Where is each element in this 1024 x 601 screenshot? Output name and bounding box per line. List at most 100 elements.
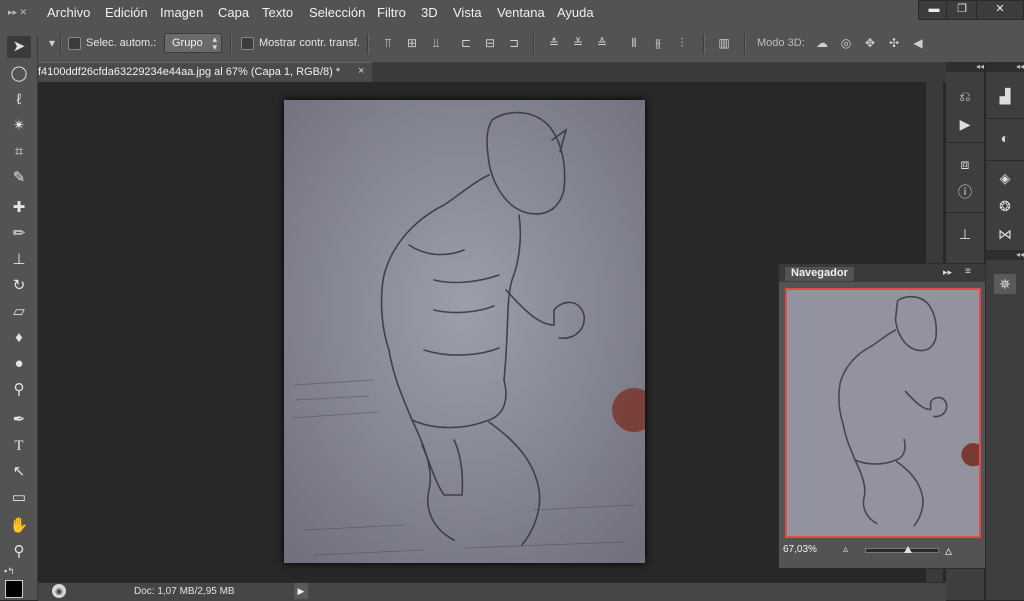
divider xyxy=(946,212,984,213)
clone-source-icon[interactable]: ⊥ xyxy=(954,224,976,244)
marquee-icon[interactable]: ◯ xyxy=(7,63,31,85)
actions-panel-icon[interactable]: ▶ xyxy=(954,114,976,134)
panel-menu-icon[interactable]: ≡ xyxy=(965,266,971,277)
align-vcenter-icon[interactable]: ⊞ xyxy=(404,35,420,51)
path-selection-icon[interactable]: ↖ xyxy=(7,461,31,483)
divider xyxy=(60,34,62,54)
default-colors-icon[interactable]: ▪↰ xyxy=(4,566,15,577)
properties-panel-icon[interactable]: ⧈ xyxy=(954,154,976,174)
info-panel-icon[interactable]: ⓘ xyxy=(954,182,976,202)
zoom-icon[interactable]: ⚲ xyxy=(7,541,31,563)
rotate-3d-icon[interactable]: ☁ xyxy=(814,35,830,51)
show-transform-label: Mostrar contr. transf. xyxy=(259,37,360,49)
status-menu-button[interactable]: ▶ xyxy=(294,583,308,599)
distribute-hcenter-icon[interactable]: ⫵ xyxy=(650,35,666,51)
auto-align-icon[interactable]: ▥ xyxy=(716,35,732,51)
align-hcenter-icon[interactable]: ⊟ xyxy=(482,35,498,51)
paths-panel-icon[interactable]: ⋈ xyxy=(994,224,1016,244)
show-transform-checkbox[interactable] xyxy=(241,37,254,50)
document-tab[interactable]: f4100ddf26cfda63229234e44aa.jpg al 67% (… xyxy=(38,62,372,83)
healing-brush-icon[interactable]: ✚ xyxy=(7,197,31,219)
menu-archivo[interactable]: Archivo xyxy=(47,5,90,20)
scale-3d-icon[interactable]: ◀ xyxy=(910,35,926,51)
zoom-in-icon[interactable]: ▵ xyxy=(945,542,952,559)
status-info-icon[interactable]: ◉ xyxy=(52,584,66,598)
restore-button[interactable]: ❐ xyxy=(946,0,978,20)
lasso-icon[interactable]: ℓ xyxy=(7,89,31,111)
brush-icon[interactable]: ✏ xyxy=(7,223,31,245)
divider xyxy=(367,34,369,54)
align-right-icon[interactable]: ⊐ xyxy=(506,35,522,51)
navigator-zoom-value[interactable]: 67,03% xyxy=(783,544,817,555)
divider xyxy=(744,34,746,54)
type-icon[interactable]: T xyxy=(7,435,31,457)
group-select[interactable]: Grupo ▴ ▾ xyxy=(164,33,222,53)
ps-logo-icon[interactable]: ▸▸ ✕ xyxy=(8,7,27,18)
collapse-dock-icon[interactable]: ◂◂ xyxy=(986,250,1024,260)
slide-3d-icon[interactable]: ✣ xyxy=(886,35,902,51)
history-brush-icon[interactable]: ↻ xyxy=(7,275,31,297)
divider xyxy=(986,118,1024,119)
options-bar: ▾ Selec. autom.: Grupo ▴ ▾ Mostrar contr.… xyxy=(0,26,1024,63)
align-left-icon[interactable]: ⊏ xyxy=(458,35,474,51)
distribute-top-icon[interactable]: ≛ xyxy=(546,35,562,51)
zoom-out-icon[interactable]: ▵ xyxy=(843,544,848,555)
histogram-panel-icon[interactable]: ▟ xyxy=(994,86,1016,106)
distribute-right-icon[interactable]: ⫶ xyxy=(674,35,690,51)
dodge-icon[interactable]: ⚲ xyxy=(7,379,31,401)
navigator-zoom-slider[interactable] xyxy=(865,546,939,553)
align-bottom-icon[interactable]: ⫫ xyxy=(428,35,444,51)
crop-icon[interactable]: ⌗ xyxy=(7,141,31,163)
menu-edicion[interactable]: Edición xyxy=(105,5,148,20)
close-button[interactable]: ✕ xyxy=(976,0,1024,20)
navigator-panel-icon[interactable]: ✵ xyxy=(994,274,1016,294)
zoom-slider-thumb[interactable] xyxy=(903,546,912,553)
adjustments-panel-icon[interactable]: ◐ xyxy=(994,128,1016,148)
navigator-title[interactable]: Navegador xyxy=(785,267,854,281)
clone-stamp-icon[interactable]: ⊥ xyxy=(7,249,31,271)
drag-3d-icon[interactable]: ✥ xyxy=(862,35,878,51)
distribute-vcenter-icon[interactable]: ≚ xyxy=(570,35,586,51)
panel-dock-right: ◂◂ ▟ ◐ ◈ ❂ ⋈ ◂◂ ✵ xyxy=(986,62,1024,600)
tools-panel: ➤ ◯ ℓ ✴ ⌗ ✎ ✚ ✏ ⊥ ↻ ▱ ♦ ● ⚲ ✒ T ↖ ▭ ✋ ⚲ … xyxy=(0,36,38,600)
channels-panel-icon[interactable]: ❂ xyxy=(994,196,1016,216)
distribute-bottom-icon[interactable]: ≙ xyxy=(594,35,610,51)
menu-ayuda[interactable]: Ayuda xyxy=(557,5,594,20)
eraser-icon[interactable]: ▱ xyxy=(7,301,31,323)
status-bar: ◉ Doc: 1,07 MB/2,95 MB ▶ xyxy=(38,582,946,601)
divider xyxy=(533,34,535,54)
menu-texto[interactable]: Texto xyxy=(262,5,293,20)
navigator-preview[interactable] xyxy=(785,288,981,538)
menu-ventana[interactable]: Ventana xyxy=(497,5,545,20)
hand-icon[interactable]: ✋ xyxy=(7,515,31,537)
menu-filtro[interactable]: Filtro xyxy=(377,5,406,20)
navigator-thumbnail xyxy=(787,290,979,536)
collapse-dock-icon[interactable]: ◂◂ xyxy=(946,62,984,72)
distribute-left-icon[interactable]: ⫴ xyxy=(626,35,642,51)
auto-select-checkbox[interactable] xyxy=(68,37,81,50)
menu-imagen[interactable]: Imagen xyxy=(160,5,203,20)
document-image[interactable] xyxy=(284,100,645,563)
align-top-icon[interactable]: ⫪ xyxy=(380,35,396,51)
shape-icon[interactable]: ▭ xyxy=(7,487,31,509)
menu-capa[interactable]: Capa xyxy=(218,5,249,20)
eyedropper-icon[interactable]: ✎ xyxy=(7,167,31,189)
foreground-color-swatch[interactable] xyxy=(5,580,23,598)
paint-bucket-icon[interactable]: ♦ xyxy=(7,327,31,349)
roll-3d-icon[interactable]: ◎ xyxy=(838,35,854,51)
layers-panel-icon[interactable]: ◈ xyxy=(994,168,1016,188)
document-tab-close[interactable]: × xyxy=(358,65,364,77)
blur-icon[interactable]: ● xyxy=(7,353,31,375)
history-panel-icon[interactable]: ⎌ xyxy=(954,86,976,106)
move-icon[interactable]: ➤ xyxy=(7,36,31,58)
pen-icon[interactable]: ✒ xyxy=(7,409,31,431)
tool-preset-icon[interactable]: ▾ xyxy=(44,35,60,51)
collapse-dock-icon[interactable]: ◂◂ xyxy=(986,62,1024,72)
menu-bar: ▸▸ ✕ Archivo Edición Imagen Capa Texto S… xyxy=(0,0,1024,27)
collapse-panel-icon[interactable]: ▸▸ xyxy=(943,267,952,278)
menu-3d[interactable]: 3D xyxy=(421,5,438,20)
menu-seleccion[interactable]: Selección xyxy=(309,5,365,20)
magic-wand-icon[interactable]: ✴ xyxy=(7,115,31,137)
select-arrows-icon: ▴ ▾ xyxy=(212,34,217,52)
menu-vista[interactable]: Vista xyxy=(453,5,482,20)
